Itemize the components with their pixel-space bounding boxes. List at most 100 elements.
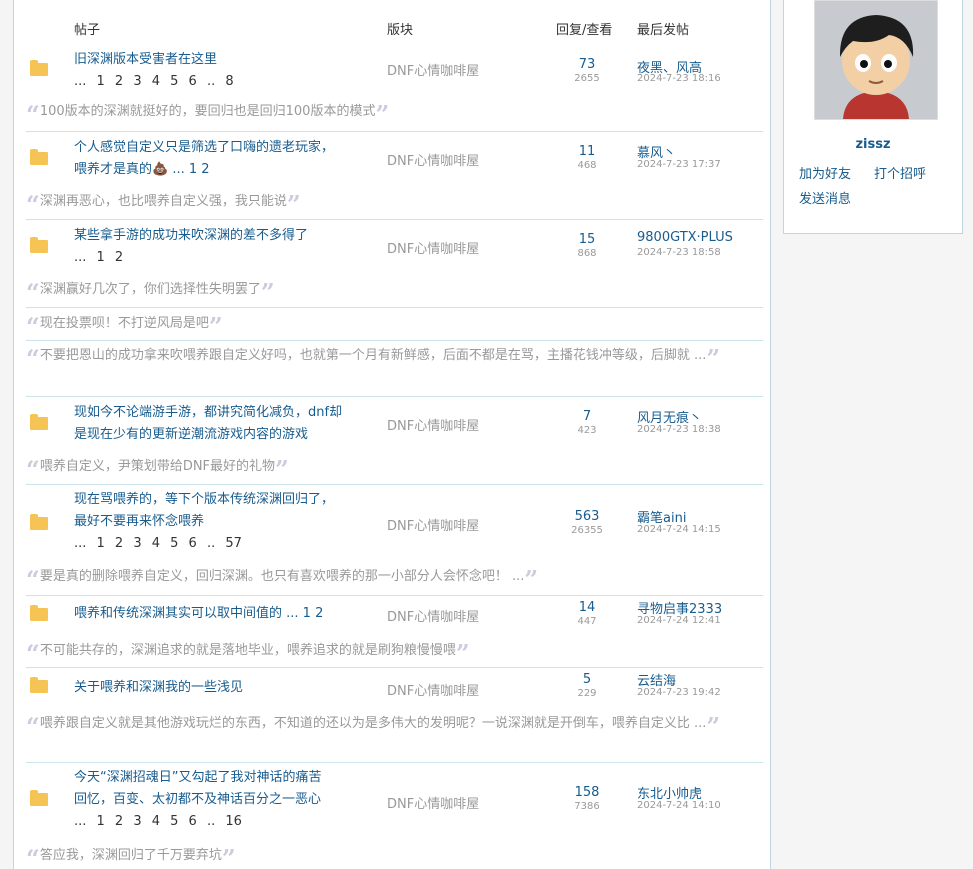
col-lastpost-header: 最后发帖 — [637, 23, 690, 38]
view-count: 26355 — [571, 525, 603, 536]
folder-icon[interactable] — [30, 790, 48, 806]
reply-count[interactable]: 7 — [559, 409, 615, 424]
reply-count[interactable]: 15 — [559, 232, 615, 247]
forum-link[interactable]: DNF心情咖啡屋 — [387, 680, 479, 699]
last-post-time[interactable]: 2024-7-23 18:58 — [637, 247, 721, 258]
reply-quote: “现在投票呗！不打逆风局是吧” — [26, 312, 764, 341]
page-links[interactable]: ... 1 2 3 4 5 6 .. 8 — [74, 71, 364, 93]
open-quote-icon: “ — [26, 100, 40, 129]
thread-title[interactable]: 最好不要再来怀念喂养 — [74, 511, 364, 533]
thread-title[interactable]: 某些拿手游的成功来吹深渊的差不多得了 — [74, 225, 364, 247]
user-card: zissz 加为好友 打个招呼 发送消息 — [783, 0, 963, 234]
last-post-user[interactable]: 9800GTX·PLUS — [637, 230, 733, 245]
thread-title[interactable]: 今天“深渊招魂日”又勾起了我对神话的痛苦 — [74, 767, 364, 789]
thread-title[interactable]: 现在骂喂养的，等下个版本传统深渊回归了， — [74, 489, 364, 511]
close-quote-icon: ” — [706, 344, 721, 373]
thread-title[interactable]: 喂养才是真的💩 ... 1 2 — [74, 159, 364, 181]
folder-icon[interactable] — [30, 414, 48, 430]
avatar-image — [815, 1, 937, 119]
folder-icon[interactable] — [30, 514, 48, 530]
reply-quote: “喂养跟自定义就是其他游戏玩烂的东西，不知道的还以为是多伟大的发明呢？一说深渊就… — [26, 712, 764, 741]
view-count: 2655 — [574, 73, 600, 84]
forum-link[interactable]: DNF心情咖啡屋 — [387, 238, 479, 257]
reply-count[interactable]: 73 — [559, 57, 615, 72]
page-links[interactable]: ... 1 2 3 4 5 6 .. 16 — [74, 811, 364, 833]
view-count: 468 — [577, 160, 597, 171]
quote-text: 深渊赢好几次了，你们选择性失明罢了 — [39, 282, 261, 297]
forum-link[interactable]: DNF心情咖啡屋 — [387, 150, 479, 169]
last-post-time[interactable]: 2024-7-23 18:38 — [637, 424, 721, 435]
reply-quote: “要是真的删除喂养自定义，回归深渊。也只有喜欢喂养的那一小部分人会怀念吧！ ..… — [26, 565, 764, 594]
col-forum-header: 版块 — [387, 23, 414, 38]
open-quote-icon: “ — [26, 312, 40, 341]
quote-text: 现在投票呗！不打逆风局是吧 — [39, 316, 209, 331]
reply-quote: “不要把恩山的成功拿来吹喂养跟自定义好吗，也就第一个月有新鲜感，后面不都是在骂，… — [26, 344, 764, 373]
table-row: 现在骂喂养的，等下个版本传统深渊回归了， 最好不要再来怀念喂养... 1 2 3 … — [14, 484, 764, 570]
close-quote-icon: ” — [275, 455, 289, 484]
page-links[interactable]: ... 1 2 — [74, 247, 364, 269]
thread-title[interactable]: 喂养和传统深渊其实可以取中间值的 ... 1 2 — [74, 603, 364, 625]
close-quote-icon: ” — [706, 712, 721, 741]
table-row: 今天“深渊招魂日”又勾起了我对神话的痛苦 回忆，百变、太初都不及神话百分之一恶心.… — [14, 762, 764, 848]
forum-link[interactable]: DNF心情咖啡屋 — [387, 415, 479, 434]
thread-title[interactable]: 回忆，百变、太初都不及神话百分之一恶心 — [74, 789, 364, 811]
folder-icon[interactable] — [30, 677, 48, 693]
page-links[interactable]: ... 1 2 3 4 5 6 .. 57 — [74, 533, 364, 555]
quote-text: 深渊再恶心，也比喂养自定义强，我只能说 — [39, 194, 287, 209]
row-divider — [26, 307, 763, 308]
username[interactable]: zissz — [784, 137, 962, 152]
view-count: 868 — [577, 248, 597, 259]
table-row: 个人感觉自定义只是筛选了口嗨的遗老玩家， 喂养才是真的💩 ... 1 2 DNF心情… — [14, 131, 764, 195]
avatar[interactable] — [814, 0, 938, 120]
reply-count[interactable]: 14 — [559, 600, 615, 615]
open-quote-icon: “ — [26, 844, 40, 869]
last-post-time[interactable]: 2024-7-24 14:15 — [637, 524, 721, 535]
reply-count[interactable]: 158 — [559, 785, 615, 800]
open-quote-icon: “ — [26, 278, 40, 307]
thread-title[interactable]: 现如今不论端游手游，都讲究简化减负，dnf却 — [74, 402, 364, 424]
say-hi-link[interactable]: 打个招呼 — [874, 163, 926, 182]
last-post-time[interactable]: 2024-7-23 18:16 — [637, 73, 721, 84]
close-quote-icon: ” — [260, 278, 275, 307]
table-row: 现如今不论端游手游，都讲究简化减负，dnf却 是现在少有的更新逆潮流游戏内容的游戏… — [14, 396, 764, 460]
reply-quote: “答应我，深渊回归了千万要弃坑” — [26, 845, 764, 869]
close-quote-icon: ” — [221, 844, 236, 869]
last-post-time[interactable]: 2024-7-23 17:37 — [637, 159, 721, 170]
last-post-time[interactable]: 2024-7-24 12:41 — [637, 615, 721, 626]
quote-text: 不要把恩山的成功拿来吹喂养跟自定义好吗，也就第一个月有新鲜感，后面不都是在骂，主… — [39, 348, 707, 363]
last-post-time[interactable]: 2024-7-24 14:10 — [637, 800, 721, 811]
forum-link[interactable]: DNF心情咖啡屋 — [387, 606, 479, 625]
folder-icon[interactable] — [30, 149, 48, 165]
close-quote-icon: ” — [375, 100, 390, 129]
close-quote-icon: ” — [524, 565, 539, 594]
reply-quote: “深渊赢好几次了，你们选择性失明罢了” — [26, 278, 764, 307]
thread-title[interactable]: 个人感觉自定义只是筛选了口嗨的遗老玩家， — [74, 137, 364, 159]
add-friend-link[interactable]: 加为好友 — [799, 163, 851, 182]
thread-title[interactable]: 是现在少有的更新逆潮流游戏内容的游戏 — [74, 424, 364, 446]
forum-link[interactable]: DNF心情咖啡屋 — [387, 515, 479, 534]
last-post-time[interactable]: 2024-7-23 19:42 — [637, 687, 721, 698]
table-row: 某些拿手游的成功来吹深渊的差不多得了... 1 2 DNF心情咖啡屋 15 868 98… — [14, 219, 764, 283]
reply-count[interactable]: 5 — [559, 672, 615, 687]
open-quote-icon: “ — [26, 712, 40, 741]
close-quote-icon: ” — [208, 312, 223, 341]
thread-title[interactable]: 旧深渊版本受害者在这里 — [74, 49, 364, 71]
reply-quote: “深渊再恶心，也比喂养自定义强，我只能说” — [26, 191, 764, 217]
folder-icon[interactable] — [30, 605, 48, 621]
folder-icon[interactable] — [30, 237, 48, 253]
thread-title[interactable]: 关于喂养和深渊我的一些浅见 — [74, 677, 364, 699]
folder-icon[interactable] — [30, 60, 48, 76]
send-message-link[interactable]: 发送消息 — [799, 188, 851, 207]
quote-text: 要是真的删除喂养自定义，回归深渊。也只有喜欢喂养的那一小部分人会怀念吧！ ... — [39, 569, 525, 584]
quote-text: 不可能共存的，深渊追求的就是落地毕业，喂养追求的就是刷狗粮慢慢喂 — [39, 643, 456, 658]
reply-count[interactable]: 11 — [559, 144, 615, 159]
view-count: 7386 — [574, 801, 600, 812]
view-count: 423 — [577, 425, 597, 436]
forum-link[interactable]: DNF心情咖啡屋 — [387, 793, 479, 812]
open-quote-icon: “ — [26, 565, 40, 594]
reply-count[interactable]: 563 — [559, 509, 615, 524]
open-quote-icon: “ — [26, 344, 40, 373]
forum-link[interactable]: DNF心情咖啡屋 — [387, 60, 479, 79]
quote-text: 喂养自定义，尹策划带给DNF最好的礼物 — [39, 459, 276, 474]
view-count: 229 — [577, 688, 597, 699]
